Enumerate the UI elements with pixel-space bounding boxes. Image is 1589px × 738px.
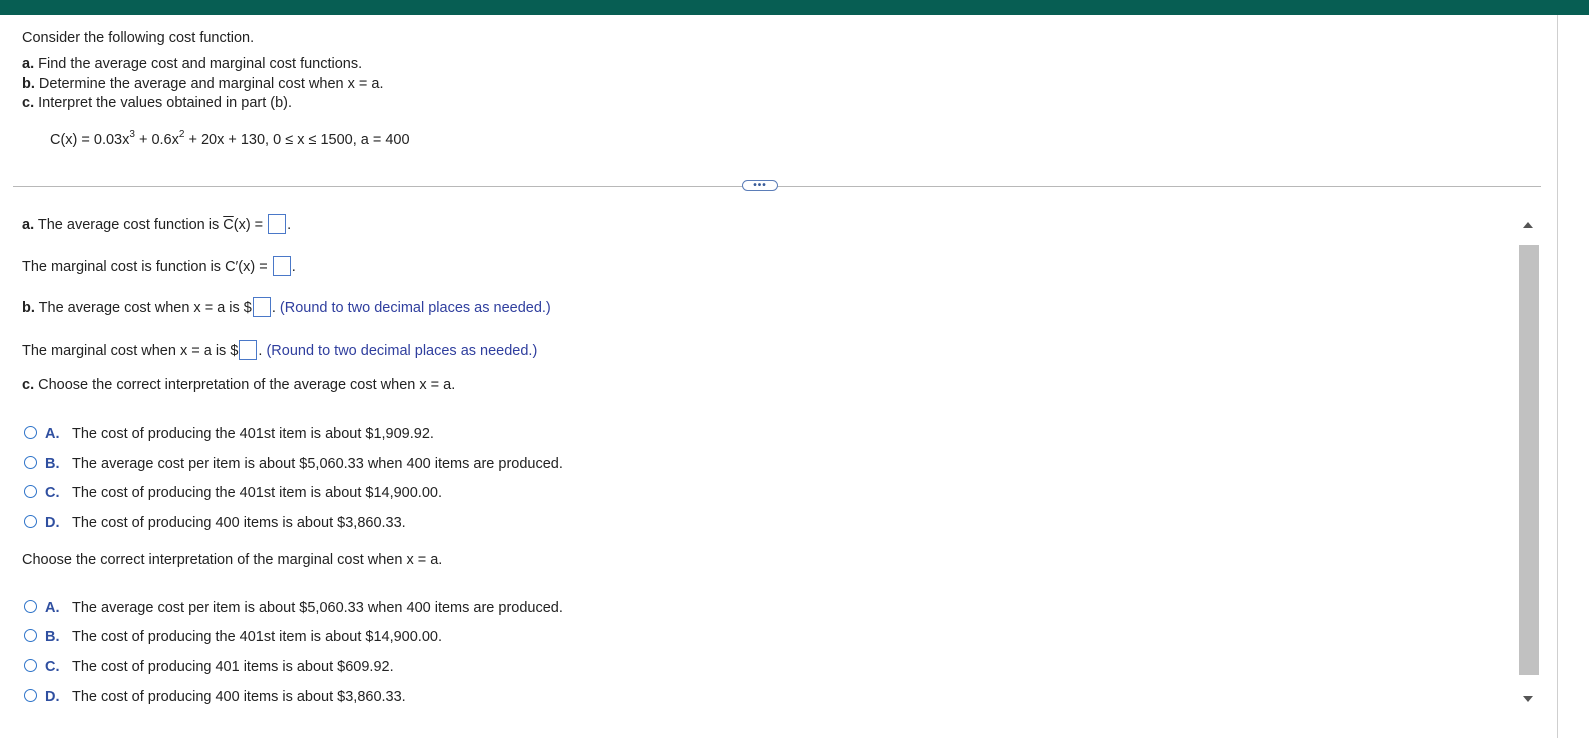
- option-letter: A.: [45, 426, 60, 442]
- marginal-cost-value-line: The marginal cost when x = a is $. (Roun…: [22, 340, 537, 360]
- answer-text: The average cost when x = a is $: [34, 300, 252, 316]
- formula-term: + 20x + 130, 0 ≤ x ≤ 1500, a = 400: [184, 132, 410, 148]
- option-letter: D.: [45, 689, 60, 705]
- problem-part-c: c. Interpret the values obtained in part…: [22, 94, 384, 114]
- header-bar: [0, 0, 1589, 15]
- cost-function-formula: C(x) = 0.03x3 + 0.6x2 + 20x + 130, 0 ≤ x…: [50, 130, 410, 149]
- avg-cost-value-input[interactable]: [252, 297, 271, 317]
- avg-option-d[interactable]: D. The cost of producing 400 items is abo…: [24, 513, 406, 533]
- avg-cost-function-line: a. The average cost function is C(x) = .: [22, 214, 291, 234]
- part-label: c.: [22, 377, 35, 393]
- answer-text: The average cost function is: [34, 217, 224, 233]
- formula-term: + 0.6x: [134, 132, 179, 148]
- option-text: The cost of producing 400 items is about…: [72, 689, 406, 705]
- part-label: a.: [22, 217, 35, 233]
- option-letter: A.: [45, 600, 60, 616]
- answer-text: Choose the correct interpretation of the…: [34, 377, 456, 393]
- formula-term: C(x) = 0.03x: [50, 132, 130, 148]
- radio-button[interactable]: [24, 426, 37, 439]
- avg-cost-value-line: b. The average cost when x = a is $. (Ro…: [22, 297, 551, 317]
- radio-button[interactable]: [24, 689, 37, 702]
- option-text: The cost of producing the 401st item is …: [72, 629, 442, 645]
- avg-option-c[interactable]: C. The cost of producing the 401st item i…: [24, 483, 442, 503]
- option-text: The average cost per item is about $5,06…: [72, 456, 563, 472]
- part-label: c.: [22, 95, 35, 111]
- marginal-cost-function-input[interactable]: [272, 256, 291, 276]
- option-text: The cost of producing the 401st item is …: [72, 485, 442, 501]
- part-text: Find the average cost and marginal cost …: [38, 56, 363, 72]
- radio-button[interactable]: [24, 659, 37, 672]
- marginal-cost-function-line: The marginal cost is function is C′(x) =…: [22, 256, 296, 276]
- problem-part-a: a. Find the average cost and marginal co…: [22, 55, 384, 75]
- option-letter: B.: [45, 629, 60, 645]
- radio-button[interactable]: [24, 515, 37, 528]
- scrollbar-thumb[interactable]: [1519, 245, 1539, 675]
- c-bar-symbol: C: [223, 217, 234, 233]
- option-text: The cost of producing 400 items is about…: [72, 515, 406, 531]
- answer-text: The marginal cost when x = a is $: [22, 343, 239, 359]
- option-text: The cost of producing 401 items is about…: [72, 659, 394, 675]
- part-label: b.: [22, 75, 35, 92]
- answer-text: The marginal cost is function is C′(x) =: [22, 259, 272, 275]
- option-letter: D.: [45, 515, 60, 531]
- radio-button[interactable]: [24, 629, 37, 642]
- option-letter: C.: [45, 485, 60, 501]
- marginal-question-prompt: Choose the correct interpretation of the…: [22, 552, 443, 568]
- frame-border: [1557, 15, 1558, 738]
- problem-intro: Consider the following cost function.: [22, 30, 255, 46]
- problem-parts: a. Find the average cost and marginal co…: [22, 55, 384, 114]
- part-text: Interpret the values obtained in part (b…: [38, 95, 293, 111]
- radio-button[interactable]: [24, 600, 37, 613]
- scroll-up-arrow-icon[interactable]: [1523, 222, 1533, 228]
- avg-cost-function-input[interactable]: [268, 214, 287, 234]
- rounding-hint: (Round to two decimal places as needed.): [266, 343, 538, 359]
- part-text: Determine the average and marginal cost …: [38, 75, 384, 92]
- part-c-prompt: c. Choose the correct interpretation of …: [22, 377, 455, 393]
- vertical-scrollbar[interactable]: [1517, 213, 1539, 711]
- marginal-option-b[interactable]: B. The cost of producing the 401st item i…: [24, 627, 442, 647]
- option-text: The cost of producing the 401st item is …: [72, 426, 434, 442]
- option-letter: B.: [45, 456, 60, 472]
- marginal-option-c[interactable]: C. The cost of producing 401 items is abo…: [24, 657, 394, 677]
- expand-more-button[interactable]: •••: [742, 180, 778, 191]
- option-letter: C.: [45, 659, 60, 675]
- marginal-option-a[interactable]: A. The average cost per item is about $5,…: [24, 598, 563, 618]
- problem-part-b: b. Determine the average and marginal co…: [22, 75, 384, 95]
- problem-statement: Consider the following cost function. a.…: [22, 28, 384, 114]
- rounding-hint: (Round to two decimal places as needed.): [279, 300, 551, 316]
- option-text: The average cost per item is about $5,06…: [72, 600, 563, 616]
- radio-button[interactable]: [24, 485, 37, 498]
- marginal-option-d[interactable]: D. The cost of producing 400 items is abo…: [24, 687, 406, 707]
- radio-button[interactable]: [24, 456, 37, 469]
- answer-text: (x) =: [233, 217, 268, 233]
- part-label: a.: [22, 56, 35, 72]
- marginal-cost-value-input[interactable]: [239, 340, 258, 360]
- avg-option-a[interactable]: A. The cost of producing the 401st item i…: [24, 424, 434, 444]
- part-label: b.: [22, 300, 35, 316]
- avg-option-b[interactable]: B. The average cost per item is about $5,…: [24, 454, 563, 474]
- scroll-down-arrow-icon[interactable]: [1523, 696, 1533, 702]
